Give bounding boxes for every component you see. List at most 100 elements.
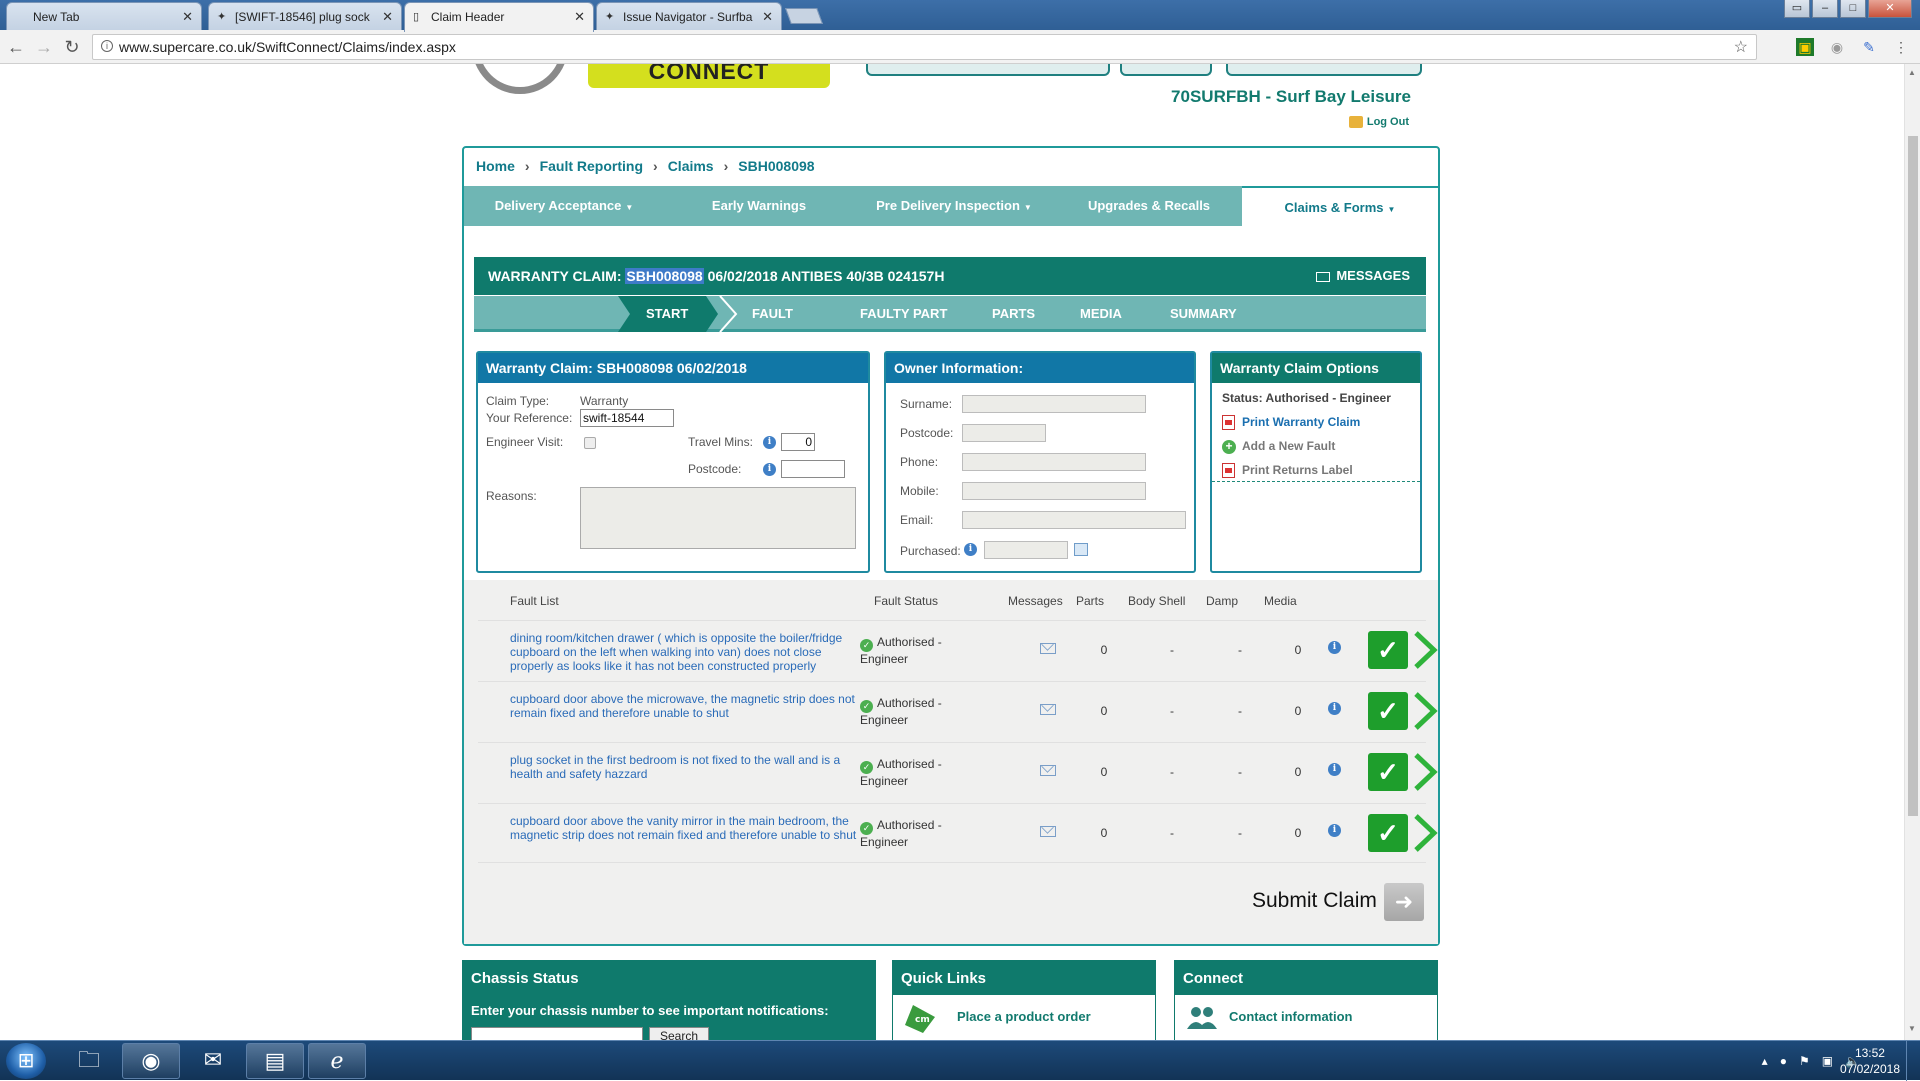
fault-description-link[interactable]: dining room/kitchen drawer ( which is op…	[510, 631, 860, 673]
envelope-icon[interactable]	[1040, 826, 1056, 837]
step-parts[interactable]: PARTS	[992, 296, 1035, 332]
nav-delivery-acceptance[interactable]: Delivery Acceptance ▼	[464, 186, 664, 226]
step-media[interactable]: MEDIA	[1080, 296, 1122, 332]
nav-upgrades-recalls[interactable]: Upgrades & Recalls	[1054, 186, 1244, 226]
reasons-textarea[interactable]	[580, 487, 856, 549]
info-icon[interactable]: i	[101, 40, 113, 52]
close-icon[interactable]: ✕	[762, 9, 773, 25]
fault-description-link[interactable]: cupboard door above the microwave, the m…	[510, 692, 860, 720]
place-product-order-link[interactable]: Place a product order	[957, 1009, 1091, 1024]
flag-icon[interactable]: ⚑	[1799, 1054, 1810, 1068]
minimize-button[interactable]: –	[1812, 0, 1838, 18]
app-icon[interactable]: ℯ	[308, 1043, 366, 1079]
close-window-button[interactable]: ✕	[1868, 0, 1912, 18]
chevron-right-icon[interactable]	[1412, 753, 1438, 791]
tab-new-tab[interactable]: New Tab ✕	[6, 2, 202, 30]
step-fault[interactable]: FAULT	[752, 296, 793, 332]
info-icon[interactable]: i	[1328, 824, 1341, 837]
extension-icon-3[interactable]: ✎	[1860, 38, 1878, 56]
approve-button[interactable]: ✓	[1368, 753, 1408, 791]
your-reference-input[interactable]	[580, 409, 674, 427]
info-icon[interactable]: i	[1328, 641, 1341, 654]
outlook-icon[interactable]: ✉	[184, 1043, 242, 1079]
info-icon[interactable]: i	[1328, 702, 1341, 715]
purchased-field[interactable]	[984, 541, 1068, 559]
nav-pre-delivery-inspection[interactable]: Pre Delivery Inspection ▼	[854, 186, 1054, 226]
user-icon[interactable]: ▭	[1784, 0, 1810, 18]
info-icon[interactable]: i	[1328, 763, 1341, 776]
info-icon[interactable]: i	[964, 543, 977, 556]
maximize-button[interactable]: □	[1840, 0, 1866, 18]
breadcrumb-claims[interactable]: Claims	[668, 158, 714, 174]
nav-claims-forms[interactable]: Claims & Forms ▼	[1242, 186, 1438, 226]
chassis-number-input[interactable]	[471, 1027, 643, 1040]
approve-button[interactable]: ✓	[1368, 631, 1408, 669]
submit-claim-label[interactable]: Submit Claim	[1252, 889, 1377, 913]
close-icon[interactable]: ✕	[382, 9, 393, 25]
bookmark-star-icon[interactable]: ☆	[1734, 37, 1748, 57]
new-tab-button[interactable]	[785, 8, 823, 24]
step-faulty-part[interactable]: FAULTY PART	[860, 296, 947, 332]
top-menu-pill[interactable]	[1226, 64, 1422, 76]
travel-mins-input[interactable]	[781, 433, 815, 451]
tab-claim-header[interactable]: ▯ Claim Header ✕	[404, 2, 594, 32]
scroll-thumb[interactable]	[1908, 136, 1918, 816]
start-button[interactable]	[6, 1043, 46, 1079]
system-clock[interactable]: 13:52 07/02/2018	[1840, 1045, 1900, 1077]
back-button[interactable]: ←	[6, 37, 26, 58]
url-field[interactable]: i www.supercare.co.uk/SwiftConnect/Claim…	[92, 34, 1757, 60]
envelope-icon[interactable]	[1040, 643, 1056, 654]
scroll-down-icon[interactable]: ▼	[1908, 1024, 1916, 1033]
show-desktop-button[interactable]	[1906, 1041, 1920, 1081]
email-field[interactable]	[962, 511, 1186, 529]
calendar-icon[interactable]	[1074, 543, 1088, 556]
surname-field[interactable]	[962, 395, 1146, 413]
breadcrumb-home[interactable]: Home	[476, 158, 515, 174]
chevron-right-icon[interactable]	[1412, 814, 1438, 852]
contact-information-link[interactable]: Contact information	[1229, 1009, 1353, 1024]
step-start[interactable]: START	[618, 296, 718, 332]
close-icon[interactable]: ✕	[574, 9, 585, 25]
breadcrumb-fault-reporting[interactable]: Fault Reporting	[540, 158, 643, 174]
network-icon[interactable]: ●	[1780, 1054, 1787, 1068]
info-icon[interactable]: i	[763, 436, 776, 449]
postcode-input[interactable]	[781, 460, 845, 478]
print-returns-label-link[interactable]: Print Returns Label	[1222, 463, 1353, 478]
top-menu-pill[interactable]	[866, 64, 1110, 76]
forward-button[interactable]: →	[34, 37, 54, 58]
sticky-notes-icon[interactable]: ▤	[246, 1043, 304, 1079]
logout-link[interactable]: Log Out	[1348, 116, 1409, 129]
menu-icon[interactable]: ⋮	[1892, 38, 1910, 56]
submit-claim-button[interactable]: ➜	[1384, 883, 1424, 921]
add-new-fault-link[interactable]: + Add a New Fault	[1222, 439, 1335, 454]
chevron-right-icon[interactable]	[1412, 692, 1438, 730]
messages-button[interactable]: MESSAGES	[1316, 268, 1410, 283]
extension-icon-2[interactable]: ◉	[1828, 38, 1846, 56]
display-icon[interactable]: ▣	[1822, 1054, 1833, 1068]
approve-button[interactable]: ✓	[1368, 692, 1408, 730]
chevron-right-icon[interactable]	[1412, 631, 1438, 669]
mobile-field[interactable]	[962, 482, 1146, 500]
engineer-visit-checkbox[interactable]	[584, 437, 596, 449]
fault-description-link[interactable]: plug socket in the first bedroom is not …	[510, 753, 860, 781]
phone-field[interactable]	[962, 453, 1146, 471]
nav-early-warnings[interactable]: Early Warnings	[664, 186, 854, 226]
file-explorer-icon[interactable]: 🗀	[60, 1043, 118, 1079]
scroll-up-icon[interactable]: ▲	[1908, 68, 1916, 77]
approve-button[interactable]: ✓	[1368, 814, 1408, 852]
page-scrollbar[interactable]: ▲ ▼	[1904, 64, 1920, 1040]
tray-expand-icon[interactable]: ▴	[1762, 1054, 1768, 1068]
chassis-search-button[interactable]: Search	[649, 1027, 709, 1040]
info-icon[interactable]: i	[763, 463, 776, 476]
close-icon[interactable]: ✕	[182, 9, 193, 25]
tab-swift-18546[interactable]: ✦ [SWIFT-18546] plug sock ✕	[208, 2, 402, 30]
print-warranty-claim-link[interactable]: Print Warranty Claim	[1222, 415, 1360, 430]
owner-postcode-field[interactable]	[962, 424, 1046, 442]
chrome-icon[interactable]: ◉	[122, 1043, 180, 1079]
top-menu-pill[interactable]	[1120, 64, 1212, 76]
fault-description-link[interactable]: cupboard door above the vanity mirror in…	[510, 814, 860, 842]
envelope-icon[interactable]	[1040, 765, 1056, 776]
tab-issue-navigator[interactable]: ✦ Issue Navigator - Surfba ✕	[596, 2, 782, 30]
reload-button[interactable]: ↻	[62, 37, 82, 58]
envelope-icon[interactable]	[1040, 704, 1056, 715]
